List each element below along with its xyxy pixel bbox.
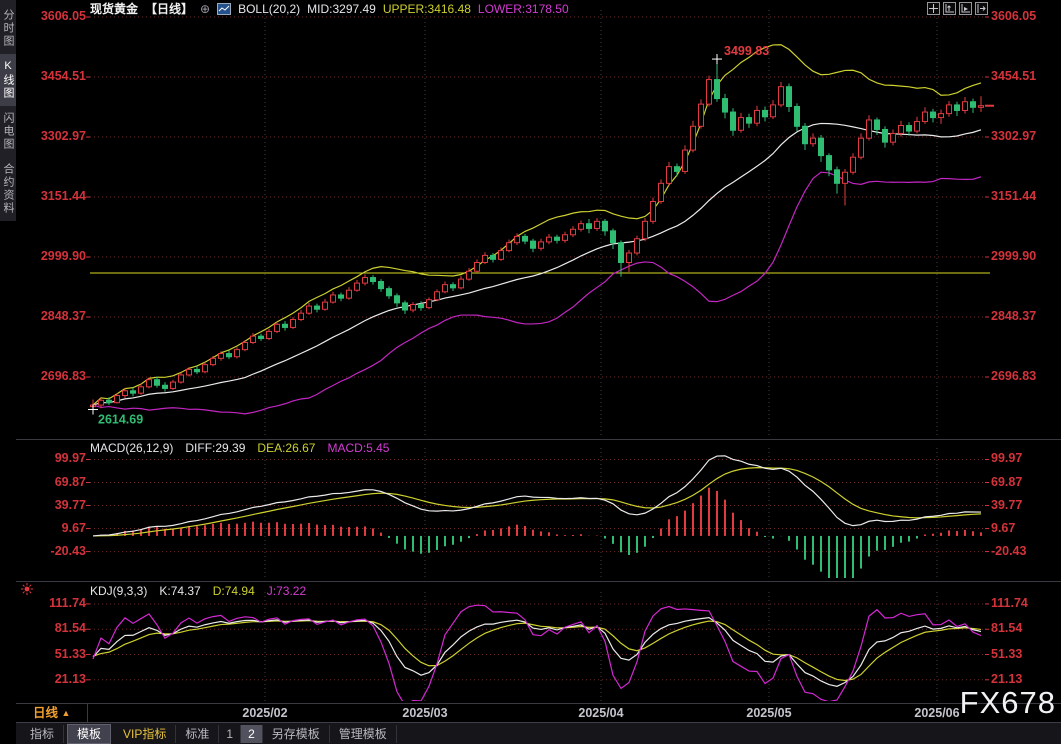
axis-label-right: 3302.97 bbox=[991, 129, 1057, 144]
axis-label-right: 69.87 bbox=[991, 475, 1057, 490]
sidebar-chart-type-group: 分时图 K线图 闪电图 合约资料 bbox=[0, 0, 16, 221]
axis-label-left: 2999.90 bbox=[28, 249, 86, 264]
axis-label-left: 21.13 bbox=[28, 672, 86, 687]
macd-header: MACD(26,12,9) DIFF:29.39 DEA:26.67 MACD:… bbox=[90, 441, 389, 455]
tab-template-1[interactable]: 1 bbox=[219, 725, 241, 743]
axis-label-left: 3454.51 bbox=[28, 69, 86, 84]
date-label: 2025/02 bbox=[233, 706, 297, 720]
axis-label-left: 2848.37 bbox=[28, 309, 86, 324]
kdj-k-value: K:74.37 bbox=[159, 584, 200, 598]
axis-label-left: 51.33 bbox=[28, 647, 86, 662]
axis-label-right: 51.33 bbox=[991, 647, 1057, 662]
axis-label-right: 81.54 bbox=[991, 621, 1057, 636]
axis-label-right: 3606.05 bbox=[991, 9, 1057, 24]
axis-label-left: 9.67 bbox=[28, 521, 86, 536]
symbol-name: 现货黄金 bbox=[90, 0, 138, 17]
axis-label-left: 81.54 bbox=[28, 621, 86, 636]
dropdown-arrow-icon: ▲ bbox=[62, 708, 71, 718]
sidebar-item-time-chart[interactable]: 分时图 bbox=[0, 3, 16, 54]
sidebar-item-kline-chart[interactable]: K线图 bbox=[0, 54, 16, 106]
kdj-layer bbox=[93, 605, 981, 705]
chart-toolbar bbox=[927, 2, 988, 15]
tab-template-2[interactable]: 2 bbox=[241, 725, 263, 743]
period-selector-label: 日线 bbox=[33, 706, 58, 720]
axis-label-left: 111.74 bbox=[28, 596, 86, 611]
tab-vip-indicators[interactable]: VIP指标 bbox=[114, 725, 176, 743]
axis-label-left: 99.97 bbox=[28, 451, 86, 466]
period-badge: 【日线】 bbox=[145, 0, 193, 17]
macd-layer bbox=[93, 456, 981, 585]
indicator-settings-icon[interactable] bbox=[21, 582, 33, 600]
axis-label-right: -20.43 bbox=[991, 544, 1057, 559]
crosshair-tool-icon[interactable] bbox=[927, 2, 940, 15]
tab-manage-templates[interactable]: 管理模板 bbox=[330, 725, 397, 743]
axis-label-right: 39.77 bbox=[991, 498, 1057, 513]
kdj-params-label: KDJ(9,3,3) bbox=[90, 584, 147, 598]
boll-upper-value: UPPER:3416.48 bbox=[383, 2, 471, 16]
kdj-header: KDJ(9,3,3) K:74.37 D:74.94 J:73.22 bbox=[90, 584, 306, 598]
axis-label-right: 3151.44 bbox=[991, 189, 1057, 204]
mini-chart-icon[interactable] bbox=[217, 3, 231, 15]
date-label: 2025/05 bbox=[737, 706, 801, 720]
boll-bands bbox=[93, 45, 981, 414]
macd-params-label: MACD(26,12,9) bbox=[90, 441, 173, 455]
boll-params-label: BOLL(20,2) bbox=[238, 2, 300, 16]
tab-templates[interactable]: 模板 bbox=[67, 724, 111, 744]
x-axis-scale-icon[interactable] bbox=[959, 2, 972, 15]
tab-save-template[interactable]: 另存模板 bbox=[263, 725, 330, 743]
chart-header: 现货黄金 【日线】 ⊕ BOLL(20,2) MID:3297.49 UPPER… bbox=[90, 1, 569, 16]
axis-label-right: 2696.83 bbox=[991, 369, 1057, 384]
low-annotation: 2614.69 bbox=[98, 413, 143, 427]
boll-mid-value: MID:3297.49 bbox=[307, 2, 376, 16]
y-axis-scale-icon[interactable] bbox=[943, 2, 956, 15]
macd-diff-value: DIFF:29.39 bbox=[185, 441, 245, 455]
kdj-j-value: J:73.22 bbox=[267, 584, 306, 598]
axis-label-left: 3606.05 bbox=[28, 9, 86, 24]
watermark: FX678 bbox=[960, 685, 1056, 721]
high-annotation: 3499.83 bbox=[724, 44, 769, 58]
tab-standard[interactable]: 标准 bbox=[176, 725, 219, 743]
add-indicator-icon[interactable]: ⊕ bbox=[200, 2, 210, 16]
kdj-d-value: D:74.94 bbox=[213, 584, 255, 598]
sidebar-item-lightning-chart[interactable]: 闪电图 bbox=[0, 106, 16, 157]
tab-indicators[interactable]: 指标 bbox=[21, 725, 64, 743]
axis-label-right: 99.97 bbox=[991, 451, 1057, 466]
boll-lower-value: LOWER:3178.50 bbox=[478, 2, 569, 16]
axis-label-right: 9.67 bbox=[991, 521, 1057, 536]
pan-right-icon[interactable] bbox=[975, 2, 988, 15]
axis-label-right: 111.74 bbox=[991, 596, 1057, 611]
axis-label-left: 3151.44 bbox=[28, 189, 86, 204]
date-label: 2025/03 bbox=[393, 706, 457, 720]
bottom-tab-bar: 指标 模板 VIP指标 标准 1 2 另存模板 管理模板 bbox=[16, 722, 1061, 744]
macd-dea-value: DEA:26.67 bbox=[257, 441, 315, 455]
sidebar-item-contract-info[interactable]: 合约资料 bbox=[0, 157, 16, 221]
axis-label-right: 3454.51 bbox=[991, 69, 1057, 84]
date-label: 2025/04 bbox=[569, 706, 633, 720]
candles-layer bbox=[91, 59, 984, 409]
axis-label-left: 69.87 bbox=[28, 475, 86, 490]
axis-label-left: 39.77 bbox=[28, 498, 86, 513]
axis-label-left: 3302.97 bbox=[28, 129, 86, 144]
axis-label-right: 2848.37 bbox=[991, 309, 1057, 324]
chart-canvas[interactable]: 3499.83 2614.69 bbox=[0, 0, 1061, 744]
axis-label-left: -20.43 bbox=[28, 544, 86, 559]
axis-label-right: 2999.90 bbox=[991, 249, 1057, 264]
macd-macd-value: MACD:5.45 bbox=[327, 441, 389, 455]
period-selector[interactable]: 日线 ▲ bbox=[16, 704, 88, 722]
axis-label-left: 2696.83 bbox=[28, 369, 86, 384]
sidebar: 分时图 K线图 闪电图 合约资料 bbox=[0, 0, 16, 744]
